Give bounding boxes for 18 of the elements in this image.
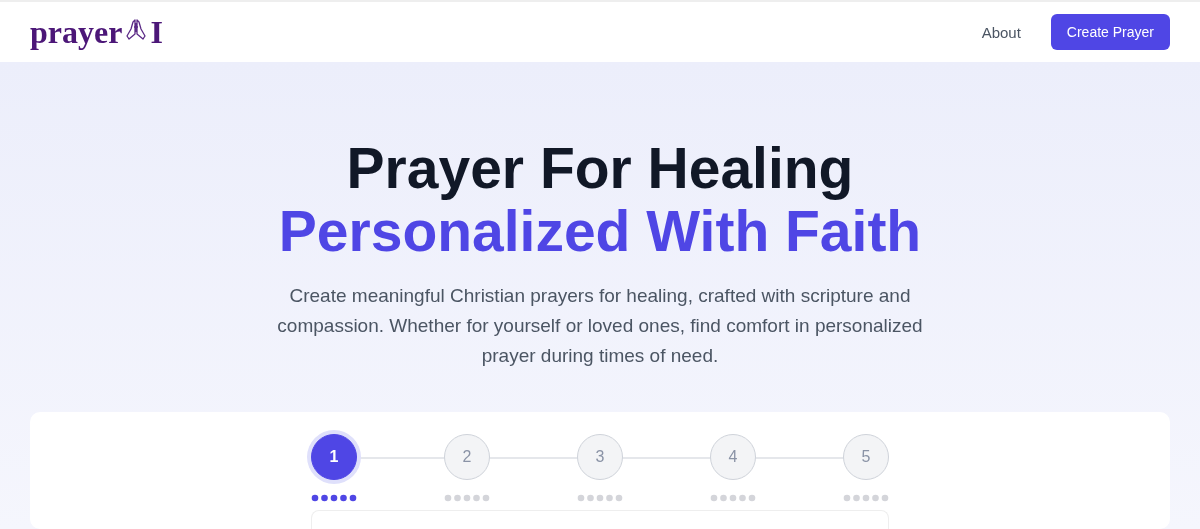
- step-circle[interactable]: 1: [311, 434, 357, 480]
- progress-dots-icon: [577, 494, 623, 502]
- step-circle[interactable]: 4: [710, 434, 756, 480]
- hero-title: Prayer For Healing: [346, 137, 854, 200]
- logo-text: prayer: [30, 16, 123, 48]
- step-circle[interactable]: 3: [577, 434, 623, 480]
- progress-dots-icon: [843, 494, 889, 502]
- progress-dots-icon: [444, 494, 490, 502]
- hero-subtitle: Personalized With Faith: [278, 200, 922, 263]
- progress-dots-icon: [710, 494, 756, 502]
- logo-text: I: [150, 16, 163, 48]
- nav-link[interactable]: About: [981, 23, 1021, 41]
- step-circle[interactable]: 5: [843, 434, 889, 480]
- create-prayer-button[interactable]: Create Prayer: [1050, 14, 1170, 50]
- step-circle[interactable]: 2: [444, 434, 490, 480]
- praying-hands-icon: [125, 18, 148, 42]
- progress-dots-icon: [311, 494, 357, 502]
- hero-description: Create meaningful Christian prayers for healing, crafted with scripture and compassion. Whether for yourself or loved ones, find comfort in personalized prayer during times of need.: [276, 284, 924, 368]
